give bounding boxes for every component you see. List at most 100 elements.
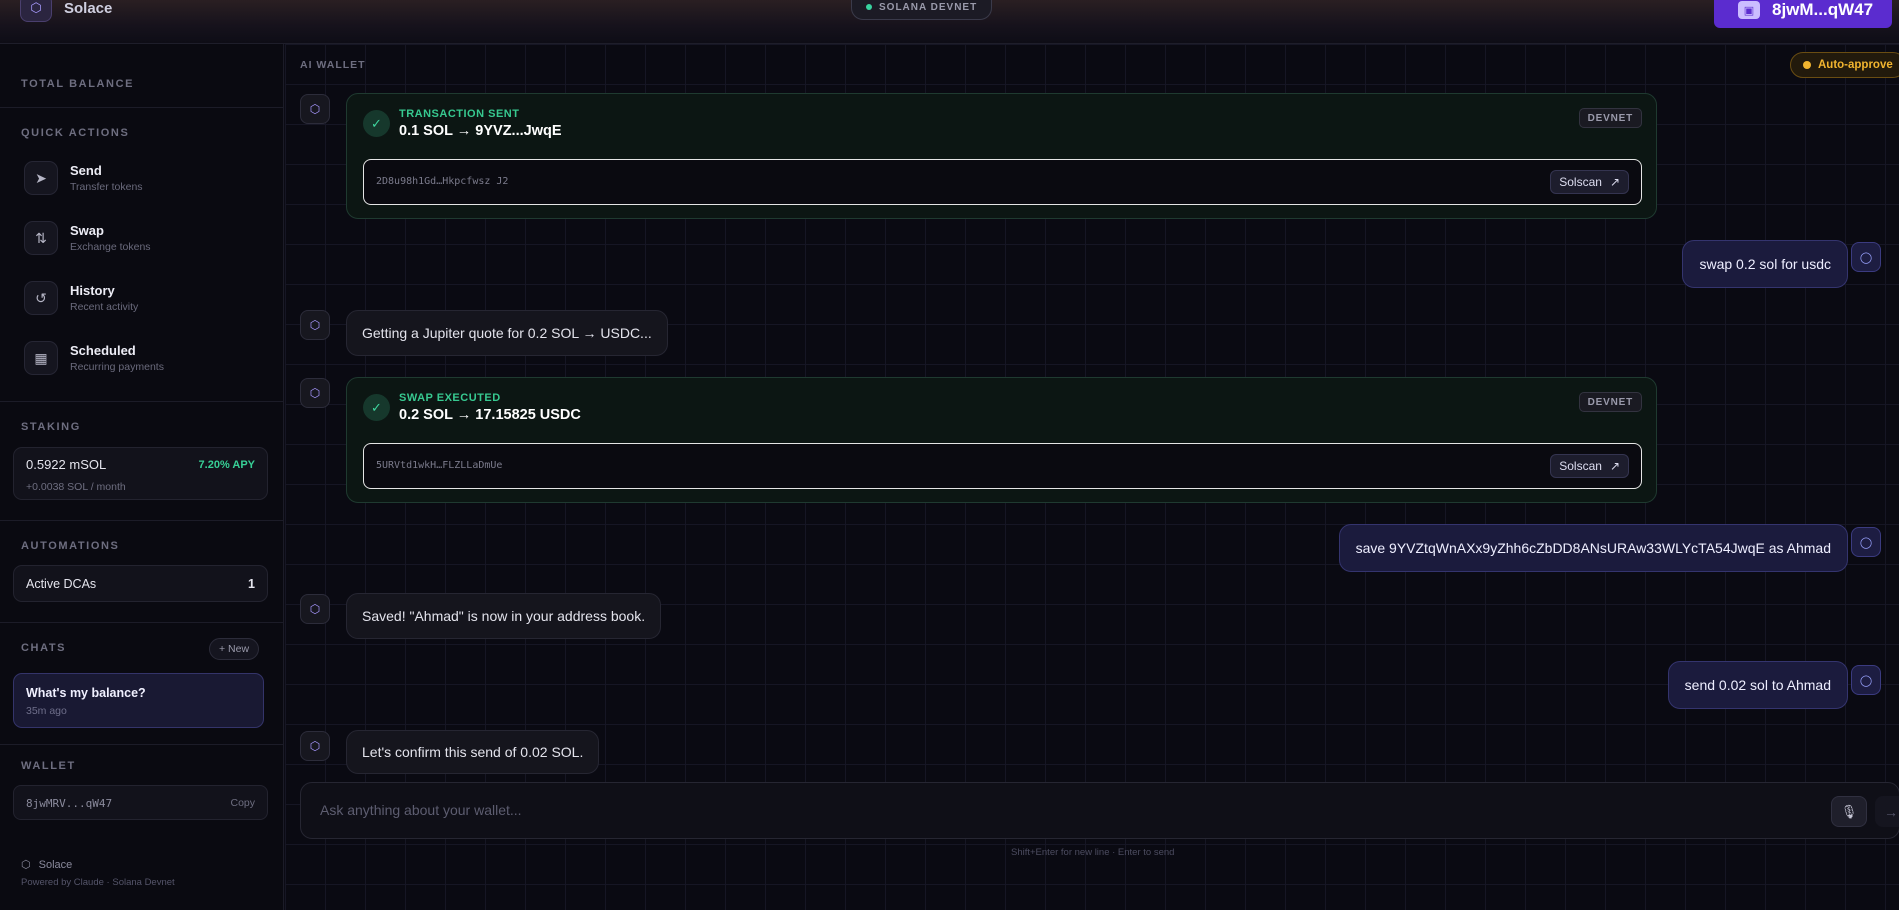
transaction-hash: 5URVtd1wkH…FLZLLaDmUe	[376, 460, 503, 471]
copy-button[interactable]: Copy	[230, 797, 255, 809]
panel-title: AI WALLET	[300, 59, 366, 71]
transaction-hash-box: 2D8u98h1Gd…Hkpcfwsz J2 Solscan ↗	[363, 159, 1642, 205]
quick-action-sub: Recurring payments	[70, 361, 164, 373]
composer-hint: Shift+Enter for new line · Enter to send	[1011, 847, 1175, 858]
wallet-title: WALLET	[21, 760, 76, 772]
sidebar: TOTAL BALANCE QUICK ACTIONS ➤ Send Trans…	[0, 44, 284, 910]
divider	[0, 401, 284, 402]
divider	[0, 520, 284, 521]
network-badge: DEVNET	[1578, 392, 1642, 412]
transaction-status: TRANSACTION SENT	[399, 108, 520, 120]
assistant-message: Let's confirm this send of 0.02 SOL.	[346, 730, 600, 774]
network-badge: SOLANA DEVNET	[851, 0, 993, 20]
quick-action-sub: Exchange tokens	[70, 241, 151, 253]
automations-count: 1	[248, 577, 255, 591]
send-arrow-button[interactable]: →	[1875, 796, 1899, 827]
chat-title: What's my balance?	[26, 686, 146, 700]
solscan-label: Solscan	[1559, 175, 1602, 189]
divider	[0, 744, 284, 745]
wallet-short-address: 8jwM...qW47	[1772, 0, 1874, 19]
transaction-card: ✓ TRANSACTION SENT 0.1 SOL → 9YVZ...JwqE…	[346, 93, 1657, 219]
chat-item[interactable]: What's my balance? 35m ago	[13, 673, 264, 728]
automations-title: AUTOMATIONS	[21, 540, 120, 552]
wallet-button[interactable]: ▣ 8jwM...qW47	[1714, 0, 1892, 28]
staking-title: STAKING	[21, 421, 81, 433]
swap-card: ✓ SWAP EXECUTED 0.2 SOL → 17.15825 USDC …	[346, 377, 1657, 503]
user-message: send 0.02 sol to Ahmad	[1667, 661, 1848, 709]
brand[interactable]: ⬡ Solace	[20, 0, 112, 22]
user-avatar-icon: ◯	[1851, 665, 1881, 695]
user-message: swap 0.2 sol for usdc	[1682, 240, 1848, 288]
footer-brand-name: Solace	[38, 858, 73, 871]
footer-brand: ⬡ Solace	[21, 858, 73, 872]
message-composer[interactable]: Ask anything about your wallet... 🎙 →	[300, 782, 1899, 839]
staking-yield: +0.0038 SOL / month	[26, 481, 126, 493]
user-avatar-icon: ◯	[1851, 242, 1881, 272]
external-link-icon: ↗	[1609, 459, 1620, 473]
quick-action-swap[interactable]: ⇅ Swap Exchange tokens	[24, 221, 151, 255]
user-avatar-icon: ◯	[1851, 527, 1881, 557]
external-link-icon: ↗	[1609, 175, 1620, 189]
chat-time: 35m ago	[26, 705, 67, 717]
quick-action-sub: Transfer tokens	[70, 181, 143, 193]
network-badge: DEVNET	[1578, 108, 1642, 128]
divider	[0, 622, 284, 623]
transaction-summary: 0.1 SOL → 9YVZ...JwqE	[399, 123, 562, 139]
quick-action-label: Scheduled	[70, 343, 136, 358]
chats-title: CHATS	[21, 642, 67, 654]
swap-status: SWAP EXECUTED	[399, 392, 501, 404]
status-dot-icon	[866, 4, 872, 10]
total-balance-title: TOTAL BALANCE	[21, 78, 135, 90]
transaction-hash-box: 5URVtd1wkH…FLZLLaDmUe Solscan ↗	[363, 443, 1642, 489]
quick-action-send[interactable]: ➤ Send Transfer tokens	[24, 161, 143, 195]
network-label: SOLANA DEVNET	[879, 1, 978, 13]
bot-avatar-icon: ⬡	[300, 731, 330, 761]
quick-action-history[interactable]: ↺ History Recent activity	[24, 281, 138, 315]
solscan-link[interactable]: Solscan ↗	[1550, 170, 1629, 194]
solscan-label: Solscan	[1559, 459, 1602, 473]
automations-card[interactable]: Active DCAs 1	[13, 565, 268, 602]
microphone-button[interactable]: 🎙	[1831, 796, 1867, 827]
swap-summary: 0.2 SOL → 17.15825 USDC	[399, 407, 581, 423]
divider	[0, 107, 284, 108]
hexagon-icon: ⬡	[21, 859, 31, 871]
top-bar: ⬡ Solace SOLANA DEVNET ▣ 8jwM...qW47	[0, 0, 1899, 44]
quick-action-scheduled[interactable]: ▦ Scheduled Recurring payments	[24, 341, 164, 375]
check-icon: ✓	[363, 394, 390, 421]
history-icon: ↺	[24, 281, 58, 315]
bot-avatar-icon: ⬡	[300, 378, 330, 408]
quick-action-label: History	[70, 283, 115, 298]
assistant-message: Getting a Jupiter quote for 0.2 SOL → US…	[346, 310, 668, 356]
composer-placeholder: Ask anything about your wallet...	[320, 802, 522, 818]
send-icon: ➤	[24, 161, 58, 195]
quick-action-label: Swap	[70, 223, 104, 238]
bot-avatar-icon: ⬡	[300, 94, 330, 124]
user-message: save 9YVZtqWnAXx9yZhh6cZbDD8ANsURAw33WLY…	[1338, 524, 1848, 572]
assistant-message: Saved! "Ahmad" is now in your address bo…	[346, 593, 662, 639]
brand-name: Solace	[64, 0, 113, 17]
new-chat-button[interactable]: + New	[209, 638, 259, 660]
automations-label: Active DCAs	[26, 577, 97, 591]
wallet-address: 8jwMRV...qW47	[26, 797, 113, 810]
staking-apy: 7.20% APY	[198, 459, 255, 471]
wallet-address-box: 8jwMRV...qW47 Copy	[13, 785, 268, 820]
bot-avatar-icon: ⬡	[300, 310, 330, 340]
transaction-hash: 2D8u98h1Gd…Hkpcfwsz J2	[376, 176, 509, 187]
staking-card[interactable]: 0.5922 mSOL 7.20% APY +0.0038 SOL / mont…	[13, 447, 268, 500]
wallet-icon: ▣	[1738, 1, 1760, 19]
staking-amount: 0.5922 mSOL	[26, 457, 107, 472]
swap-icon: ⇅	[24, 221, 58, 255]
auto-approve-toggle[interactable]: Auto-approve	[1790, 52, 1899, 78]
chat-panel: AI WALLET Auto-approve ⬡ ✓ TRANSACTION S…	[285, 44, 1899, 910]
auto-approve-label: Auto-approve	[1818, 59, 1893, 71]
check-icon: ✓	[363, 110, 390, 137]
bot-avatar-icon: ⬡	[300, 594, 330, 624]
footer-subtitle: Powered by Claude · Solana Devnet	[21, 877, 175, 888]
hexagon-logo-icon: ⬡	[20, 0, 52, 22]
status-dot-icon	[1803, 61, 1811, 69]
calendar-icon: ▦	[24, 341, 58, 375]
quick-action-label: Send	[70, 163, 102, 178]
solscan-link[interactable]: Solscan ↗	[1550, 454, 1629, 478]
quick-action-sub: Recent activity	[70, 301, 139, 313]
quick-actions-title: QUICK ACTIONS	[21, 127, 130, 139]
